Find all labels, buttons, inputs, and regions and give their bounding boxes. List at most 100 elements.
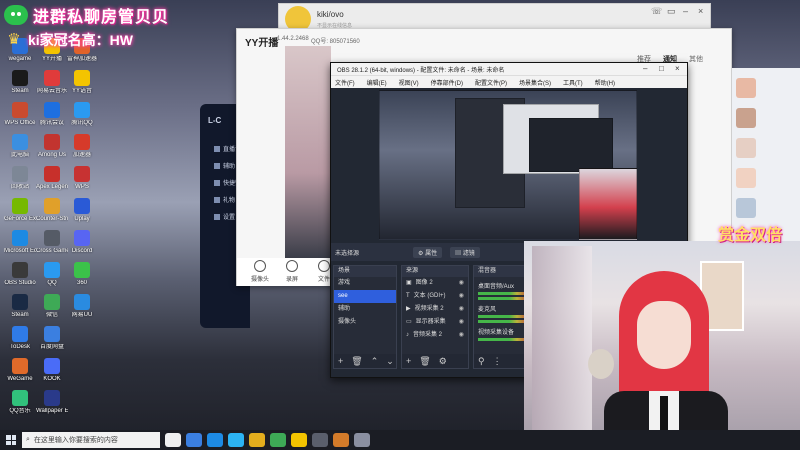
source-item[interactable]: T 文本 (GDI+) ◉ <box>402 290 468 303</box>
trash-icon[interactable]: 🗑 <box>351 356 362 366</box>
add-icon[interactable]: + <box>406 356 411 366</box>
menu-edit[interactable]: 编辑(E) <box>367 78 387 87</box>
add-icon[interactable]: + <box>338 356 343 366</box>
yy-camera-button[interactable]: 摄像头 <box>245 260 275 283</box>
mail-icon[interactable] <box>228 433 244 447</box>
desktop-icon[interactable]: Discord <box>66 230 98 255</box>
desktop-icon[interactable]: Cross Game <box>36 230 68 255</box>
obs-preview-canvas[interactable] <box>379 90 637 240</box>
desktop-icon[interactable]: Wallpaper Engine <box>36 390 68 415</box>
volume-meter <box>478 315 530 318</box>
menu-docks[interactable]: 停靠部件(D) <box>431 78 463 87</box>
yy-tab-other[interactable]: 其他 <box>689 54 703 64</box>
gear-icon[interactable]: ⚙ <box>439 356 447 366</box>
scenes-dock: 场景 游戏 see 辅助 摄像头 + 🗑 ⌃ ⌄ <box>333 265 397 369</box>
desktop-icon[interactable]: Among Us <box>36 134 68 159</box>
anchor-thumb-4[interactable] <box>736 168 756 188</box>
scene-item[interactable]: 辅助 <box>334 303 396 316</box>
obs-minimize-icon[interactable]: – <box>643 63 647 75</box>
desktop-icon[interactable]: 百度网盘 <box>36 326 68 351</box>
app-taskbar-icon[interactable] <box>354 433 370 447</box>
side-panel-item-4[interactable]: 设置 <box>214 212 235 221</box>
task-view-icon[interactable] <box>165 433 181 447</box>
edge-icon[interactable] <box>207 433 223 447</box>
desktop-icon[interactable]: GeForce Experience <box>4 198 36 223</box>
properties-button[interactable]: ⚙ 属性 <box>413 246 443 258</box>
desktop-icon[interactable]: YY语音 <box>66 70 98 95</box>
trash-icon[interactable]: 🗑 <box>419 356 430 366</box>
taskbar: ⌕ 在这里输入你要搜索的内容 <box>0 430 800 450</box>
desktop-icon[interactable]: WeGame <box>4 358 36 383</box>
desktop-icon[interactable]: Apex Legends <box>36 166 68 191</box>
desktop-icon[interactable]: Uplay <box>66 198 98 223</box>
phone-icon[interactable]: ☏ <box>651 6 662 17</box>
desktop-icon[interactable]: 加速器 <box>66 134 98 159</box>
desktop-icon[interactable]: OBS Studio <box>4 262 36 287</box>
anchor-thumb-1[interactable] <box>736 78 756 98</box>
menu-help[interactable]: 帮助(H) <box>595 78 615 87</box>
eye-icon[interactable]: ◉ <box>459 316 464 329</box>
source-item[interactable]: ▶ 视频采集 2 ◉ <box>402 303 468 316</box>
desktop-icon[interactable]: WPS <box>66 166 98 191</box>
text-icon: T <box>406 293 410 299</box>
minimize-icon[interactable]: – <box>683 6 688 16</box>
menu-file[interactable]: 文件(F) <box>335 78 355 87</box>
desktop-icon[interactable]: 360 <box>66 262 98 287</box>
desktop-icon[interactable]: QQ音乐 <box>4 390 36 415</box>
scene-item[interactable]: 摄像头 <box>334 316 396 329</box>
desktop-icon[interactable]: Counter-Strike <box>36 198 68 223</box>
crown-icon: ♛ <box>7 31 21 48</box>
side-panel-item-3[interactable]: 礼物 <box>214 195 235 204</box>
menu-scene-collection[interactable]: 场景集合(S) <box>519 78 551 87</box>
eye-icon[interactable]: ◉ <box>459 277 464 290</box>
anchor-thumb-2[interactable] <box>736 108 756 128</box>
start-button[interactable] <box>0 430 22 450</box>
scene-item-selected[interactable]: see <box>334 290 396 303</box>
chevron-up-icon[interactable]: ⌃ <box>371 356 379 366</box>
yy-record-button[interactable]: 录屏 <box>277 260 307 283</box>
anchor-thumb-3[interactable] <box>736 138 756 158</box>
desktop-icon[interactable]: 此电脑 <box>4 134 36 159</box>
menu-view[interactable]: 视图(V) <box>399 78 419 87</box>
taskbar-search[interactable]: ⌕ 在这里输入你要搜索的内容 <box>22 432 160 448</box>
source-item[interactable]: ▭ 显示器采集 ◉ <box>402 316 468 329</box>
desktop-icon[interactable]: ToDesk <box>4 326 36 351</box>
obs-taskbar-icon[interactable] <box>312 433 328 447</box>
video-icon[interactable]: ▭ <box>667 6 676 17</box>
source-item[interactable]: ♪ 音频采集 2 ◉ <box>402 329 468 342</box>
yy-bottom-bar: 摄像头 录屏 文件 <box>237 258 337 286</box>
link-icon[interactable]: ⚲ <box>478 356 485 366</box>
game-taskbar-icon[interactable] <box>333 433 349 447</box>
desktop-icon[interactable]: QQ <box>36 262 68 287</box>
desktop-icon[interactable]: 网易UU <box>66 294 98 319</box>
desktop-icon[interactable]: 腾讯会议 <box>36 102 68 127</box>
eye-icon[interactable]: ◉ <box>459 290 464 303</box>
desktop-icon[interactable]: 网易云音乐 <box>36 70 68 95</box>
obs-maximize-icon[interactable]: □ <box>659 63 664 75</box>
filters-button[interactable]: ▤ 滤镜 <box>450 246 480 258</box>
menu-profile[interactable]: 配置文件(P) <box>475 78 507 87</box>
folder-icon[interactable] <box>249 433 265 447</box>
desktop-icon[interactable]: Microsoft Edge <box>4 230 36 255</box>
desktop-icon[interactable]: Steam <box>4 70 36 95</box>
anchor-thumb-5[interactable] <box>736 198 756 218</box>
explorer-icon[interactable] <box>186 433 202 447</box>
side-panel-item-1[interactable]: 辅助 <box>214 161 235 170</box>
eye-icon[interactable]: ◉ <box>459 303 464 316</box>
close-icon[interactable]: × <box>698 6 703 16</box>
desktop-icon[interactable]: 微信 <box>36 294 68 319</box>
chevron-down-icon[interactable]: ⌄ <box>386 356 394 366</box>
desktop-icon[interactable]: WPS Office <box>4 102 36 127</box>
yy-taskbar-icon[interactable] <box>291 433 307 447</box>
desktop-icon[interactable]: Steam <box>4 294 36 319</box>
obs-close-icon[interactable]: × <box>675 63 680 75</box>
wechat-taskbar-icon[interactable] <box>270 433 286 447</box>
desktop-icon[interactable]: 腾讯QQ <box>66 102 98 127</box>
desktop-icon[interactable]: KOOK <box>36 358 68 383</box>
source-item[interactable]: ▣ 图像 2 ◉ <box>402 277 468 290</box>
eye-icon[interactable]: ◉ <box>459 329 464 342</box>
menu-tools[interactable]: 工具(T) <box>563 78 583 87</box>
desktop-icon[interactable]: 回收站 <box>4 166 36 191</box>
scene-item[interactable]: 游戏 <box>334 277 396 290</box>
more-icon[interactable]: ⋮ <box>493 356 502 366</box>
